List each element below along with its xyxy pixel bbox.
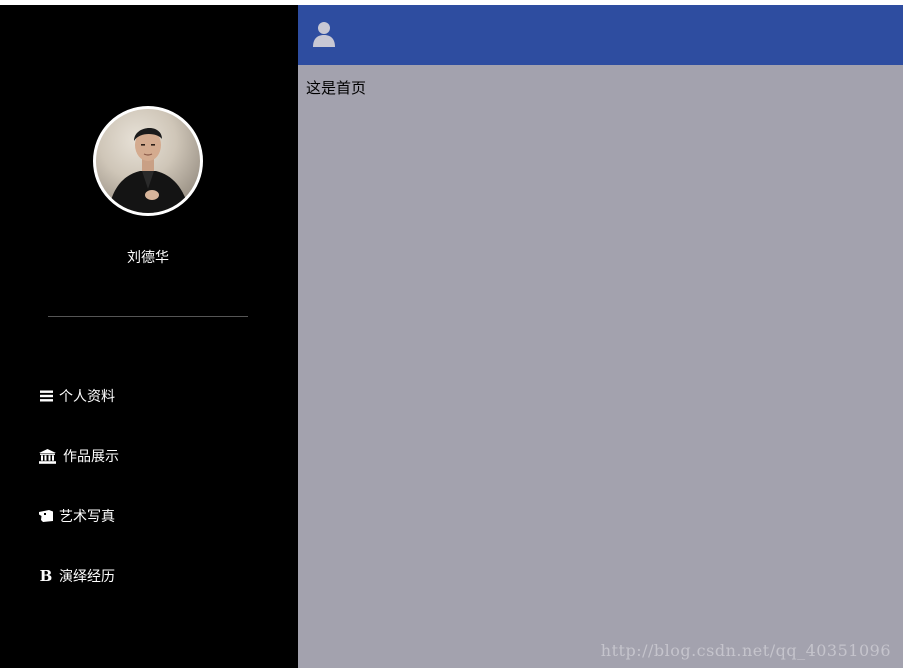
user-name: 刘德华 xyxy=(127,250,169,266)
sidebar-item-profile[interactable]: 个人资料 xyxy=(38,385,115,407)
sidebar-item-experience[interactable]: B 演绎经历 xyxy=(38,565,115,587)
bold-b-icon: B xyxy=(39,567,53,585)
menu-lines-icon xyxy=(38,388,54,404)
ticket-icon xyxy=(38,508,54,524)
sidebar-divider xyxy=(48,316,248,317)
user-icon[interactable] xyxy=(312,21,336,47)
sidebar-item-label: 作品展示 xyxy=(63,449,119,465)
sidebar-item-photos[interactable]: 艺术写真 xyxy=(38,505,115,527)
sidebar-item-works[interactable]: 作品展示 xyxy=(38,445,119,467)
watermark: http://blog.csdn.net/qq_40351096 xyxy=(600,641,891,660)
top-header xyxy=(298,5,903,65)
sidebar-item-label: 演绎经历 xyxy=(59,569,115,585)
bank-icon xyxy=(38,448,56,464)
main-content: 这是首页 xyxy=(298,65,903,668)
avatar[interactable] xyxy=(93,106,203,216)
avatar-photo xyxy=(108,127,190,213)
sidebar: 刘德华 个人资料 作品展示 艺术写真 B 演绎经历 xyxy=(0,5,298,668)
page-text: 这是首页 xyxy=(306,79,367,97)
sidebar-item-label: 艺术写真 xyxy=(59,509,115,525)
sidebar-item-label: 个人资料 xyxy=(59,389,115,405)
